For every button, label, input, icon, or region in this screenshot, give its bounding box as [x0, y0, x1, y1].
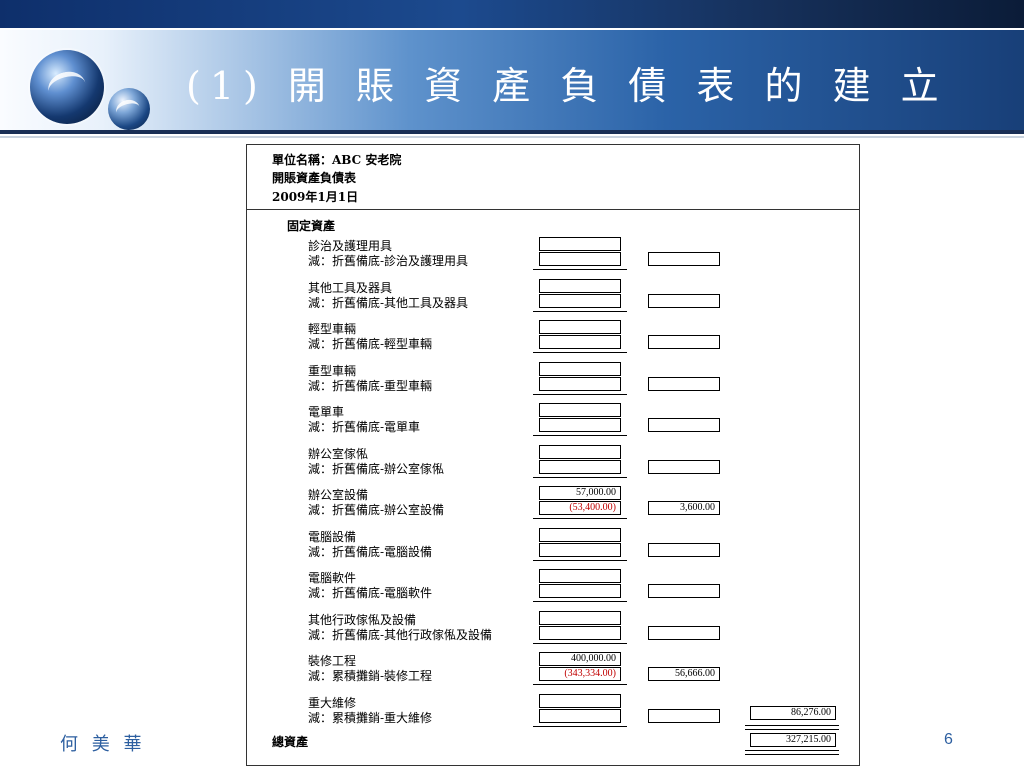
deduction-cell	[539, 293, 621, 308]
cost-cell	[539, 444, 621, 459]
slide-title: (1) 開 賬 資 產 負 債 表 的 建 立	[186, 64, 948, 108]
asset-less-line: 減：折舊備底-電腦設備	[308, 544, 433, 559]
subtotal-underline	[533, 684, 627, 685]
cost-cell	[539, 569, 621, 583]
net-cell: 3,600.00	[648, 501, 720, 515]
net-cell	[648, 252, 720, 266]
deduction-cell	[539, 584, 621, 598]
total-double-underline-top	[745, 725, 839, 730]
sheet-header: 單位名稱：ABC 安老院 開賬資產負債表 2009年1月1日	[247, 145, 859, 210]
subtotal-underline	[533, 601, 627, 602]
cost-cell	[539, 403, 621, 417]
subtotal-underline	[533, 725, 627, 727]
subtotal-underline	[533, 518, 627, 519]
asset-less-line: 減：折舊備底-診治及護理用具	[308, 254, 469, 268]
header-top-band	[0, 0, 1024, 28]
net-cell	[648, 418, 720, 432]
net-cell	[648, 542, 720, 557]
total-assets-value: 327,215.00	[750, 733, 836, 747]
cost-cell	[539, 237, 621, 251]
asset-less-line: 減：折舊備底-辦公室設備	[308, 503, 445, 517]
asset-less-line: 減：累積攤銷-裝修工程	[308, 669, 433, 683]
subtotal-underline	[533, 642, 627, 644]
deduction-cell	[539, 418, 621, 432]
small-globe-logo-icon	[108, 88, 150, 130]
deduction-cell	[539, 625, 621, 640]
deduction-cell	[539, 335, 621, 349]
author-name: 何 美 華	[60, 734, 146, 755]
asset-less-line: 減：折舊備底-電單車	[308, 420, 421, 434]
net-cell	[648, 376, 720, 391]
asset-less-line: 減：折舊備底-其他行政傢俬及設備	[308, 627, 493, 642]
subtotal-underline	[533, 393, 627, 395]
net-cell: 56,666.00	[648, 667, 720, 681]
deduction-cell	[539, 376, 621, 391]
cost-cell	[539, 320, 621, 334]
total-double-underline	[745, 750, 839, 755]
deduction-cell: (343,334.00)	[539, 667, 621, 681]
cost-cell	[539, 610, 621, 625]
statement-date: 2009年1月1日	[272, 190, 359, 204]
cost-cell	[539, 278, 621, 293]
page-number: 6	[944, 731, 953, 748]
asset-less-line: 減：折舊備底-輕型車輛	[308, 337, 433, 351]
section-label: 固定資產	[287, 219, 336, 233]
cost-cell: 400,000.00	[539, 652, 621, 666]
subtotal-underline	[533, 269, 627, 270]
net-cell	[648, 625, 720, 640]
subtotal-underline	[533, 476, 627, 478]
asset-less-line: 減：折舊備底-辦公室傢俬	[308, 461, 445, 476]
deduction-cell	[539, 708, 621, 723]
cost-cell	[539, 527, 621, 542]
cost-cell	[539, 693, 621, 708]
net-cell	[648, 459, 720, 474]
total-assets-label: 總資產	[272, 735, 309, 749]
net-cell	[648, 584, 720, 598]
asset-less-line: 減：折舊備底-電腦軟件	[308, 586, 433, 600]
subtotal-underline	[533, 559, 627, 561]
subtotal-underline	[533, 310, 627, 312]
deduction-cell	[539, 542, 621, 557]
asset-less-line: 減：折舊備底-重型車輛	[308, 378, 433, 393]
deduction-cell	[539, 459, 621, 474]
net-cell	[648, 335, 720, 349]
statement-name: 開賬資產負債表	[272, 171, 357, 185]
subtotal-underline	[533, 435, 627, 436]
unit-name: 單位名稱：ABC 安老院	[272, 153, 402, 167]
cost-cell: 57,000.00	[539, 486, 621, 500]
globe-logo-icon	[30, 50, 104, 124]
header-divider	[0, 130, 1024, 134]
asset-less-line: 減：折舊備底-其他工具及器具	[308, 295, 469, 310]
cost-cell	[539, 361, 621, 376]
deduction-cell	[539, 252, 621, 266]
net-cell	[648, 708, 720, 723]
balance-sheet: 單位名稱：ABC 安老院 開賬資產負債表 2009年1月1日 固定資產 診治及護…	[246, 144, 860, 766]
deduction-cell: (53,400.00)	[539, 501, 621, 515]
fixed-assets-total: 86,276.00	[750, 706, 836, 720]
header-divider-light	[0, 136, 1024, 138]
subtotal-underline	[533, 352, 627, 353]
asset-less-line: 減：累積攤銷-重大維修	[308, 710, 433, 725]
net-cell	[648, 293, 720, 308]
slide-header: (1) 開 賬 資 產 負 債 表 的 建 立	[0, 0, 1024, 138]
